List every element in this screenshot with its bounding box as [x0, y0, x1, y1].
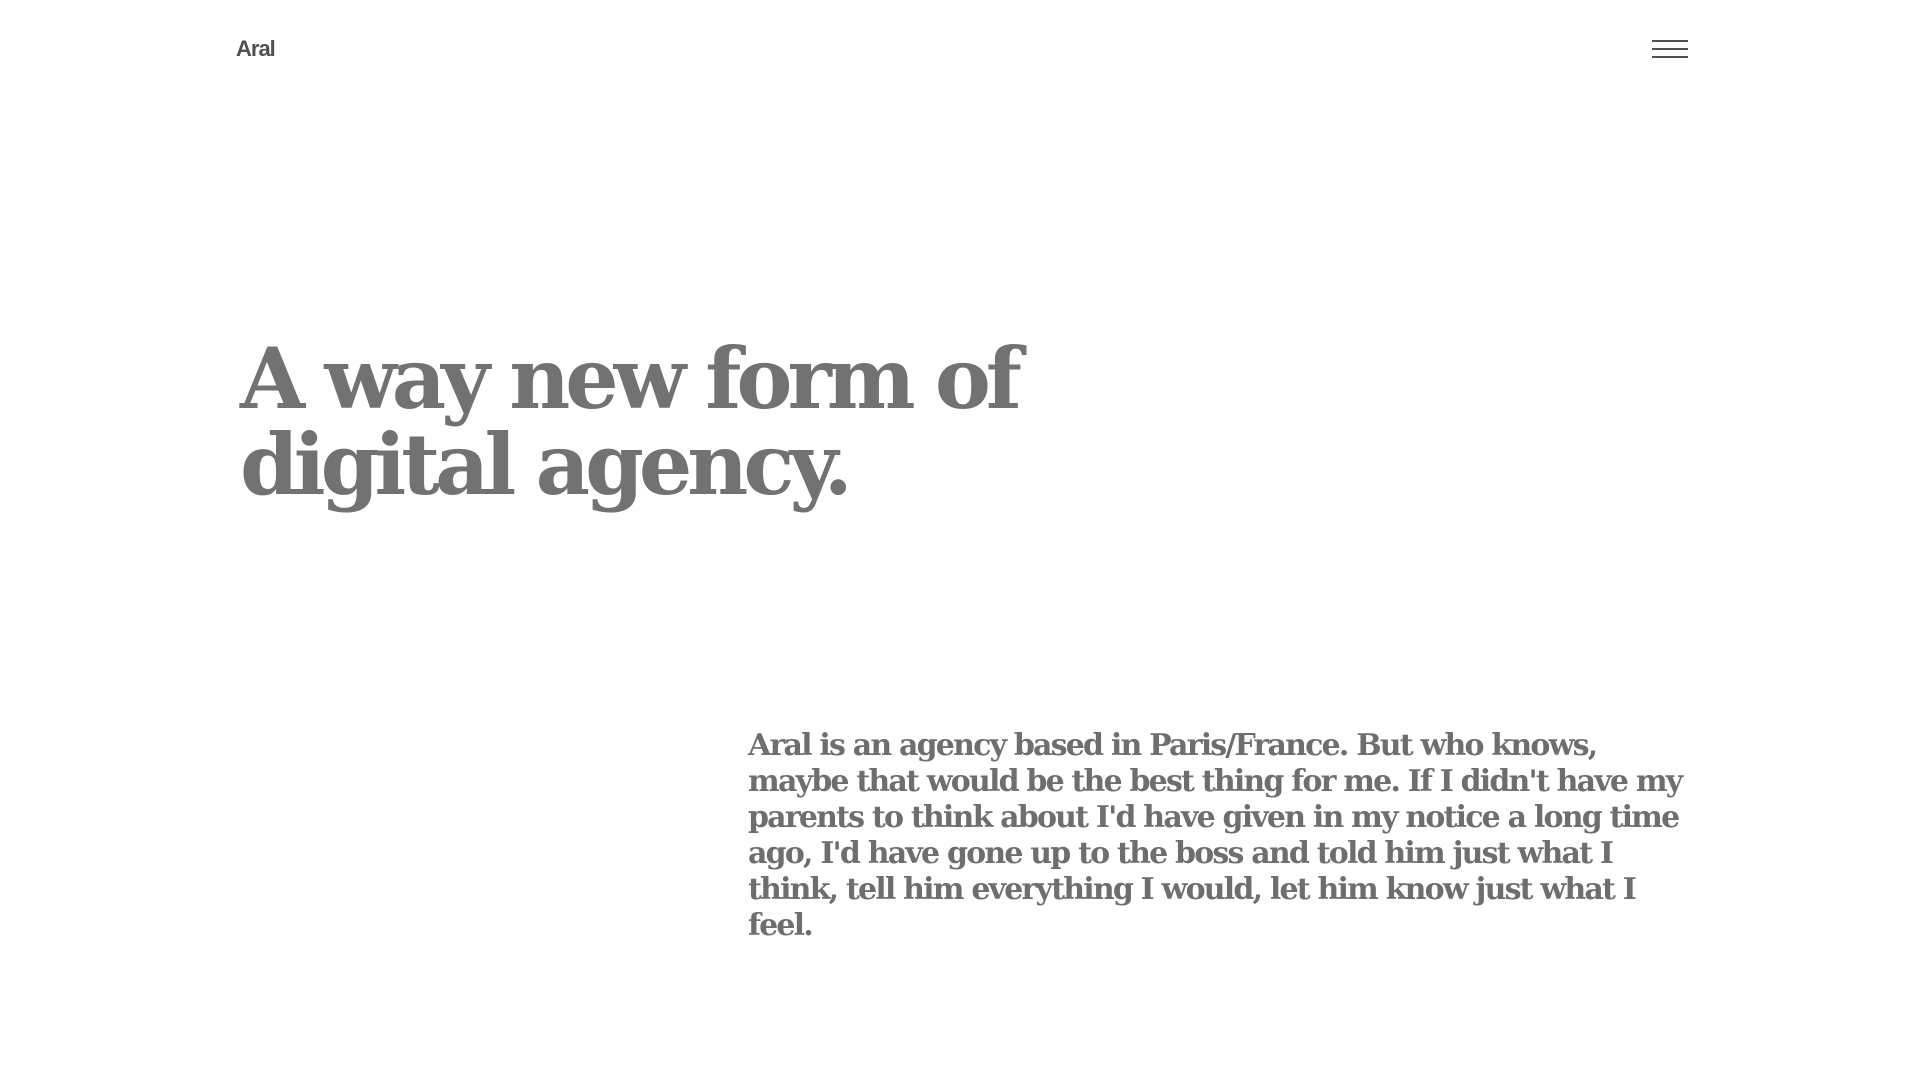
menu-bar-middle	[1652, 48, 1688, 50]
hero-title: A way new form of digital agency.	[240, 329, 1022, 514]
site-header: Aral	[0, 0, 1920, 100]
intro-paragraph: Aral is an agency based in Paris/France.…	[748, 728, 1683, 943]
menu-bar-bottom	[1652, 56, 1688, 58]
hamburger-menu-button[interactable]	[1652, 36, 1688, 60]
menu-bar-top	[1652, 40, 1688, 42]
logo-link[interactable]: Aral	[236, 36, 276, 62]
